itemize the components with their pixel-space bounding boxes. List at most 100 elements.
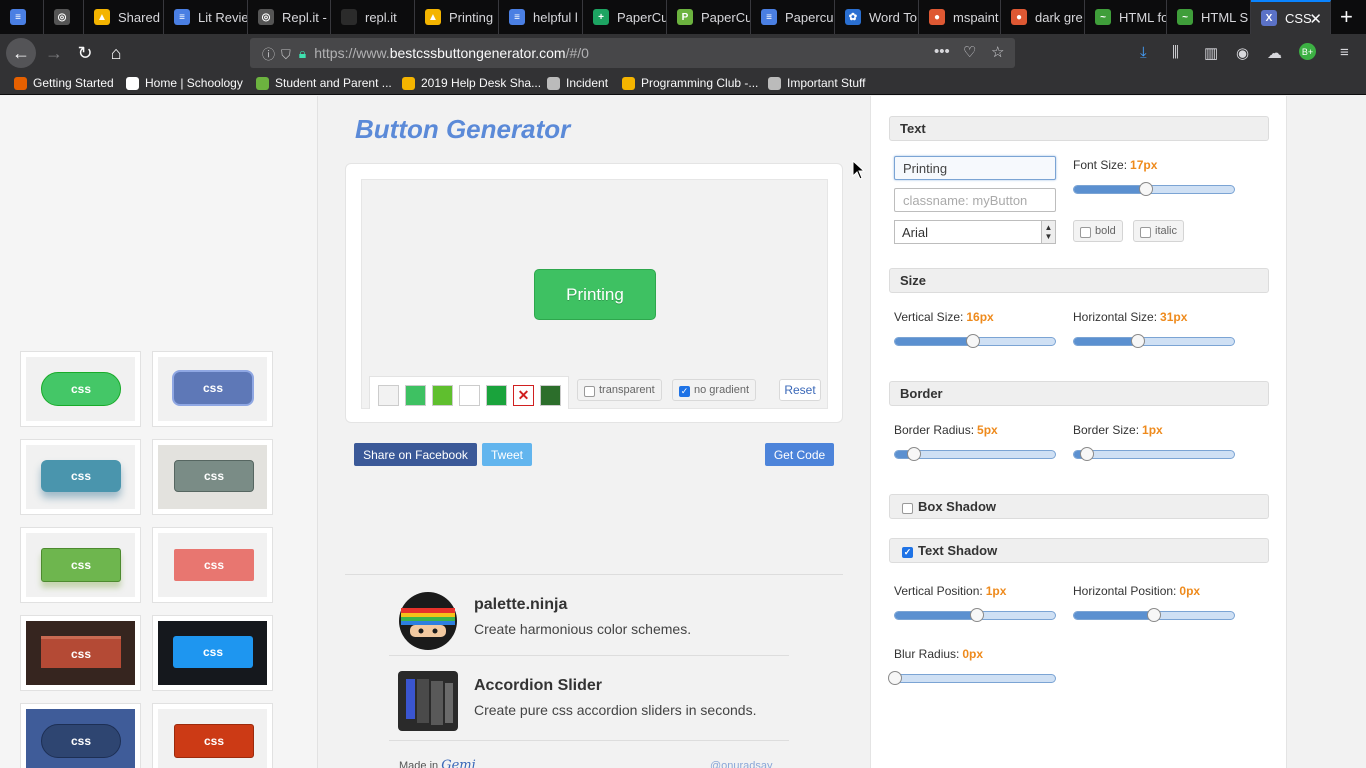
sample-button[interactable]: css [174,460,254,492]
slider-handle[interactable] [966,334,980,348]
share-facebook-button[interactable]: Share on Facebook [354,443,477,466]
no-gradient-toggle[interactable]: ✓ no gradient [672,379,757,401]
browser-tab[interactable]: ▲ Shared [84,0,164,34]
border-size-slider[interactable] [1073,447,1235,461]
library-icon[interactable]: ⫼ [1172,44,1179,61]
downloads-icon[interactable]: ⤓ [1140,44,1147,61]
sample-card[interactable]: css [152,615,273,691]
horizontal-position-slider[interactable] [1073,608,1235,622]
sample-button[interactable]: css [41,724,121,758]
get-code-button[interactable]: Get Code [765,443,834,466]
sample-button[interactable]: css [41,372,121,406]
text-shadow-checkbox[interactable]: ✓ [902,546,913,558]
color-swatch[interactable] [540,385,561,406]
forward-button[interactable]: → [40,39,68,67]
back-button[interactable]: ← [6,38,36,68]
browser-tab[interactable]: ~ HTML fo [1085,0,1167,34]
bookmark-item[interactable]: Important Stuff [768,76,866,90]
site-logo[interactable]: Button Generator [355,114,570,145]
font-select[interactable]: Arial ▲ ▼ [894,220,1056,244]
tweet-button[interactable]: Tweet [482,443,532,466]
extension-badge-icon[interactable]: B+ [1299,43,1316,60]
browser-tab[interactable]: ✿ Word To [835,0,919,34]
browser-tab[interactable]: repl.it [331,0,415,34]
sample-card[interactable]: css [152,527,273,603]
promo-palette-ninja[interactable]: palette.ninja Create harmonious color sc… [389,576,789,658]
browser-tab[interactable]: ● dark gre [1001,0,1085,34]
reset-button[interactable]: Reset [779,379,821,401]
bookmark-item[interactable]: 2019 Help Desk Sha... [402,76,541,90]
border-radius-slider[interactable] [894,447,1056,461]
box-shadow-section-header[interactable]: Box Shadow [889,494,1269,519]
transparent-toggle[interactable]: transparent [577,379,662,401]
sample-card[interactable]: css [20,351,141,427]
author-link[interactable]: @onuradsay [710,760,773,768]
pocket-icon[interactable]: ♡ [963,43,976,61]
promo-title[interactable]: Accordion Slider [474,677,602,695]
browser-tab[interactable]: + PaperCu [583,0,667,34]
sample-card[interactable]: css [152,439,273,515]
slider-handle[interactable] [1131,334,1145,348]
browser-tab[interactable]: ◎ [44,0,84,34]
color-swatch[interactable] [405,385,426,406]
browser-tab[interactable]: ~ HTML S [1167,0,1251,34]
chevron-down-icon[interactable]: ▲ ▼ [1041,221,1055,243]
color-swatch[interactable] [486,385,507,406]
browser-tab[interactable]: P PaperCu [667,0,751,34]
sample-card[interactable]: css [152,351,273,427]
slider-handle[interactable] [970,608,984,622]
sample-button[interactable]: css [41,548,121,582]
slider-handle[interactable] [907,447,921,461]
slider-handle[interactable] [1139,182,1153,196]
browser-tab[interactable]: ▲ Printing [415,0,499,34]
bold-checkbox[interactable] [1080,226,1091,238]
url-bar[interactable]: ⓘ⛉ 🔒︎ https://www.bestcssbuttongenerator… [250,38,1015,68]
classname-input[interactable]: classname: myButton [894,188,1056,212]
home-button[interactable]: ⌂ [102,39,130,67]
color-swatch[interactable] [459,385,480,406]
bookmark-item[interactable]: Incident [547,76,608,90]
font-size-slider[interactable] [1073,182,1235,196]
account-icon[interactable]: ◉ [1236,44,1249,62]
menu-icon[interactable]: ≡ [1340,44,1349,61]
browser-tab[interactable]: ≡ helpful l [499,0,583,34]
promo-accordion-slider[interactable]: Accordion Slider Create pure css accordi… [389,657,789,739]
text-shadow-section-header[interactable]: ✓ Text Shadow [889,538,1269,563]
box-shadow-checkbox[interactable] [902,502,913,514]
sample-card[interactable]: css [20,439,141,515]
browser-tab[interactable]: ● mspaint [919,0,1001,34]
sample-button[interactable]: css [41,460,121,492]
sidebar-icon[interactable]: ▥ [1204,44,1218,62]
bookmark-star-icon[interactable]: ☆ [991,43,1004,61]
bookmark-item[interactable]: Getting Started [14,76,114,90]
sample-button[interactable]: css [174,549,254,581]
promo-title[interactable]: palette.ninja [474,596,567,614]
sample-button[interactable]: css [41,636,121,668]
color-swatch[interactable] [378,385,399,406]
no-gradient-checkbox[interactable]: ✓ [679,385,690,397]
page-actions-icon[interactable]: ••• [934,43,950,60]
color-swatch[interactable] [432,385,453,406]
button-text-input[interactable]: Printing [894,156,1056,180]
bookmark-item[interactable]: Programming Club -... [622,76,758,90]
vertical-position-slider[interactable] [894,608,1056,622]
slider-handle[interactable] [888,671,902,685]
browser-tab[interactable]: X CSS ✕ [1251,0,1331,34]
slider-handle[interactable] [1147,608,1161,622]
blur-radius-slider[interactable] [888,671,1056,685]
italic-toggle[interactable]: italic [1133,220,1185,242]
sample-button[interactable]: css [173,636,253,668]
bookmark-item[interactable]: Home | Schoology [126,76,243,90]
browser-tab[interactable]: ≡ [0,0,44,34]
sample-card[interactable]: css [20,527,141,603]
sample-card[interactable]: css [20,615,141,691]
browser-tab[interactable]: ≡ Lit Revie [164,0,248,34]
horizontal-size-slider[interactable] [1073,334,1235,348]
bookmark-item[interactable]: Student and Parent ... [256,76,392,90]
close-tab-icon[interactable]: ✕ [1309,10,1322,28]
sample-card[interactable]: css [152,703,273,768]
browser-tab[interactable]: ◎ Repl.it - [248,0,331,34]
italic-checkbox[interactable] [1140,226,1151,238]
reload-button[interactable]: ↻ [71,39,99,67]
preview-button[interactable]: Printing [534,269,656,320]
